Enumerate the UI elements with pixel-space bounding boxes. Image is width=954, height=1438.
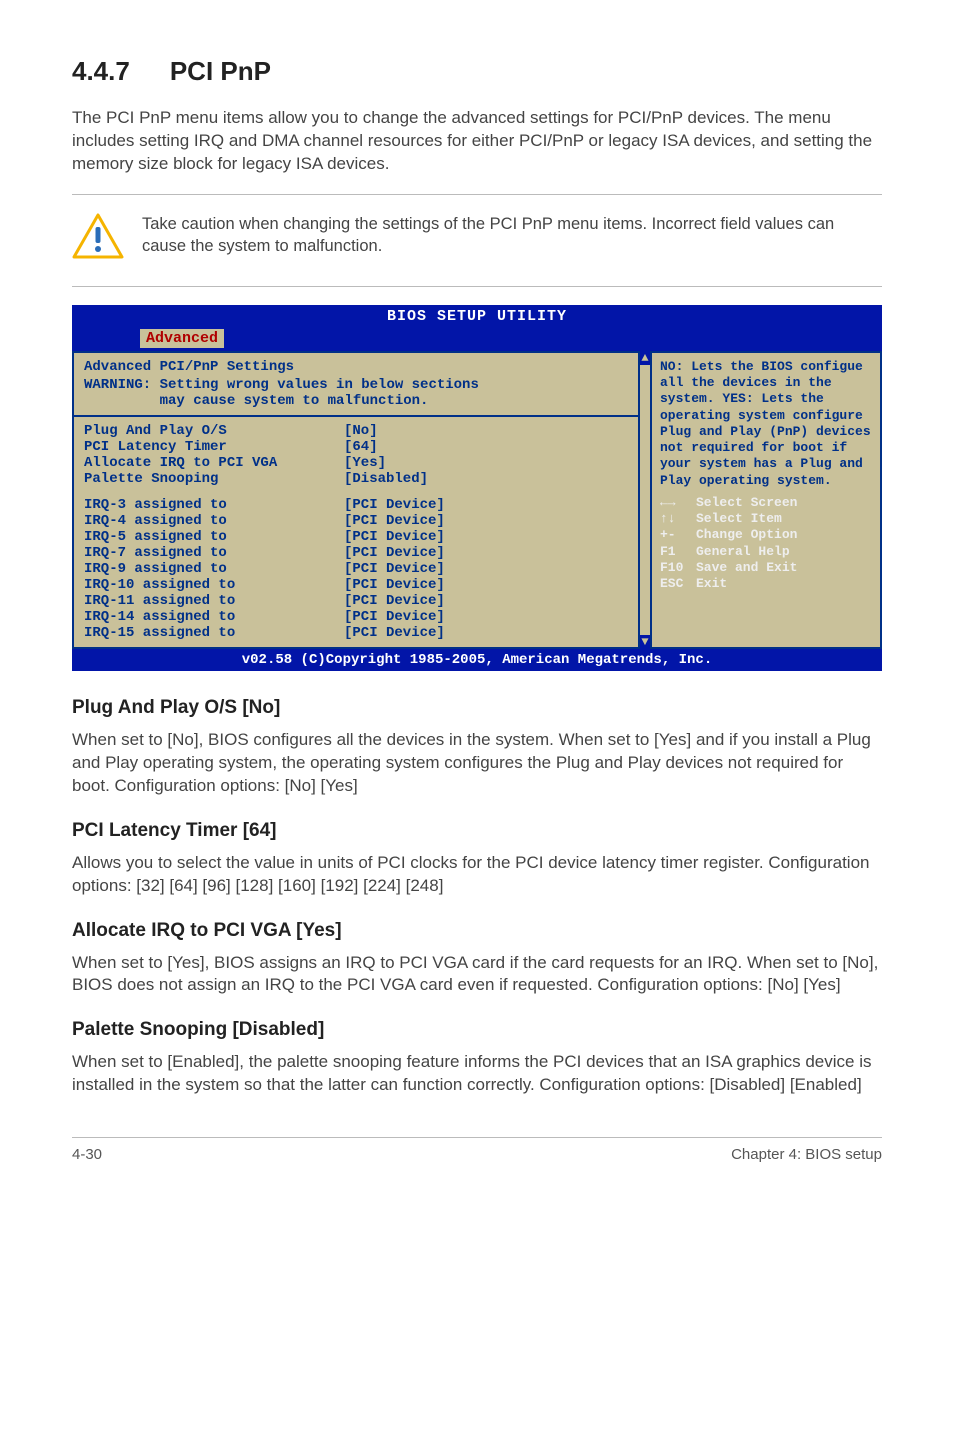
bios-irq-row[interactable]: IRQ-15 assigned to[PCI Device] — [84, 625, 640, 641]
bios-irq-row[interactable]: IRQ-10 assigned to[PCI Device] — [84, 577, 640, 593]
help-key-label: General Help — [696, 544, 790, 559]
bios-screenshot: BIOS SETUP UTILITY Advanced Advanced PCI… — [72, 305, 882, 671]
bios-setting-row[interactable]: Plug And Play O/S[No] — [84, 423, 640, 439]
help-key: F10 — [660, 560, 696, 576]
subsection-body: When set to [No], BIOS configures all th… — [72, 729, 882, 798]
irq-value[interactable]: [PCI Device] — [344, 513, 640, 529]
help-key: +- — [660, 527, 696, 543]
irq-value[interactable]: [PCI Device] — [344, 497, 640, 513]
chapter-title: Chapter 4: BIOS setup — [731, 1146, 882, 1163]
subsection-heading: Plug And Play O/S [No] — [72, 697, 882, 719]
section-number: 4.4.7 — [72, 56, 130, 87]
bios-setting-row[interactable]: Palette Snooping[Disabled] — [84, 471, 640, 487]
page-footer: 4-30 Chapter 4: BIOS setup — [72, 1137, 882, 1163]
irq-value[interactable]: [PCI Device] — [344, 561, 640, 577]
setting-label: Palette Snooping — [84, 471, 344, 487]
irq-value[interactable]: [PCI Device] — [344, 545, 640, 561]
bios-setting-row[interactable]: PCI Latency Timer[64] — [84, 439, 640, 455]
setting-value[interactable]: [Yes] — [344, 455, 640, 471]
bios-warning-line: may cause system to malfunction. — [84, 393, 640, 409]
setting-label: Allocate IRQ to PCI VGA — [84, 455, 344, 471]
irq-value[interactable]: [PCI Device] — [344, 609, 640, 625]
scroll-down-icon[interactable]: ▼ — [640, 635, 650, 649]
irq-value[interactable]: [PCI Device] — [344, 577, 640, 593]
subsection-heading: Palette Snooping [Disabled] — [72, 1019, 882, 1041]
irq-label: IRQ-9 assigned to — [84, 561, 344, 577]
bios-tab-bar: Advanced — [72, 328, 882, 351]
help-key-label: Select Screen — [696, 495, 797, 510]
subsection-heading: PCI Latency Timer [64] — [72, 820, 882, 842]
irq-label: IRQ-10 assigned to — [84, 577, 344, 593]
bios-irq-row[interactable]: IRQ-14 assigned to[PCI Device] — [84, 609, 640, 625]
divider — [72, 194, 882, 195]
setting-value[interactable]: [Disabled] — [344, 471, 640, 487]
help-key-label: Change Option — [696, 527, 797, 542]
help-key: ↑↓ — [660, 511, 696, 527]
bios-irq-row[interactable]: IRQ-7 assigned to[PCI Device] — [84, 545, 640, 561]
irq-label: IRQ-7 assigned to — [84, 545, 344, 561]
help-key-label: Save and Exit — [696, 560, 797, 575]
bios-irq-row[interactable]: IRQ-4 assigned to[PCI Device] — [84, 513, 640, 529]
irq-value[interactable]: [PCI Device] — [344, 529, 640, 545]
bios-panel-heading: Advanced PCI/PnP Settings — [84, 359, 640, 375]
irq-label: IRQ-5 assigned to — [84, 529, 344, 545]
subsection-heading: Allocate IRQ to PCI VGA [Yes] — [72, 920, 882, 942]
irq-label: IRQ-14 assigned to — [84, 609, 344, 625]
bios-setting-row[interactable]: Allocate IRQ to PCI VGA[Yes] — [84, 455, 640, 471]
bios-help-text: NO: Lets the BIOS configue all the devic… — [660, 359, 872, 489]
page-number: 4-30 — [72, 1146, 102, 1163]
bios-irq-row[interactable]: IRQ-11 assigned to[PCI Device] — [84, 593, 640, 609]
bios-help-keys: ←→Select Screen ↑↓Select Item +-Change O… — [660, 495, 872, 593]
irq-label: IRQ-11 assigned to — [84, 593, 344, 609]
setting-label: Plug And Play O/S — [84, 423, 344, 439]
irq-label: IRQ-3 assigned to — [84, 497, 344, 513]
help-key: F1 — [660, 544, 696, 560]
subsection-body: Allows you to select the value in units … — [72, 852, 882, 898]
irq-label: IRQ-4 assigned to — [84, 513, 344, 529]
caution-text: Take caution when changing the settings … — [142, 213, 882, 258]
bios-warning-box: WARNING: Setting wrong values in below s… — [74, 377, 650, 417]
help-key: ESC — [660, 576, 696, 592]
bios-title: BIOS SETUP UTILITY — [72, 305, 882, 328]
subsection-body: When set to [Enabled], the palette snoop… — [72, 1051, 882, 1097]
bios-irq-row[interactable]: IRQ-3 assigned to[PCI Device] — [84, 497, 640, 513]
bios-tab-advanced[interactable]: Advanced — [140, 329, 224, 348]
bios-help-panel: NO: Lets the BIOS configue all the devic… — [650, 351, 882, 649]
bios-scrollbar[interactable]: ▲ ▼ — [638, 351, 652, 649]
bios-irq-row[interactable]: IRQ-5 assigned to[PCI Device] — [84, 529, 640, 545]
bios-copyright: v02.58 (C)Copyright 1985-2005, American … — [72, 649, 882, 671]
setting-value[interactable]: [No] — [344, 423, 640, 439]
help-key: ←→ — [660, 495, 696, 511]
help-key-label: Exit — [696, 576, 727, 591]
setting-value[interactable]: [64] — [344, 439, 640, 455]
bios-irq-row[interactable]: IRQ-9 assigned to[PCI Device] — [84, 561, 640, 577]
irq-value[interactable]: [PCI Device] — [344, 625, 640, 641]
divider — [72, 286, 882, 287]
caution-icon — [72, 213, 124, 264]
section-title: PCI PnP — [170, 56, 271, 86]
setting-label: PCI Latency Timer — [84, 439, 344, 455]
section-intro: The PCI PnP menu items allow you to chan… — [72, 107, 882, 176]
caution-note: Take caution when changing the settings … — [72, 205, 882, 276]
irq-label: IRQ-15 assigned to — [84, 625, 344, 641]
help-key-label: Select Item — [696, 511, 782, 526]
bios-left-panel: Advanced PCI/PnP Settings WARNING: Setti… — [72, 351, 650, 649]
scroll-up-icon[interactable]: ▲ — [640, 351, 650, 365]
subsection-body: When set to [Yes], BIOS assigns an IRQ t… — [72, 952, 882, 998]
section-heading: 4.4.7 PCI PnP — [72, 56, 882, 87]
irq-value[interactable]: [PCI Device] — [344, 593, 640, 609]
bios-warning-line: WARNING: Setting wrong values in below s… — [84, 377, 640, 393]
